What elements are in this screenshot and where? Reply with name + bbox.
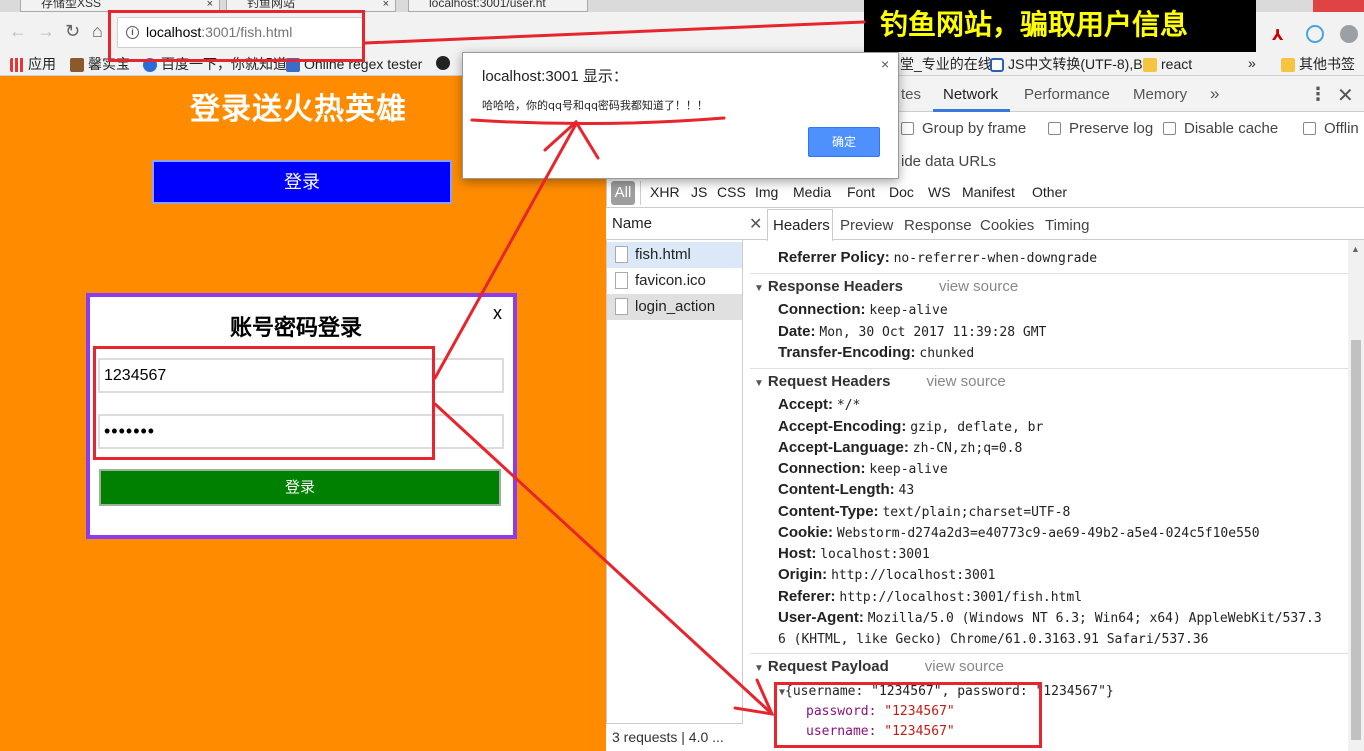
annotation-line-url-banner [363, 20, 866, 45]
annotation-arrow-to-payload [433, 402, 772, 714]
annotation-arrowhead-up [543, 119, 600, 160]
annotation-arrow-to-alert [433, 122, 578, 380]
annotation-underline-message [470, 116, 726, 126]
annotation-arrows [363, 20, 866, 716]
